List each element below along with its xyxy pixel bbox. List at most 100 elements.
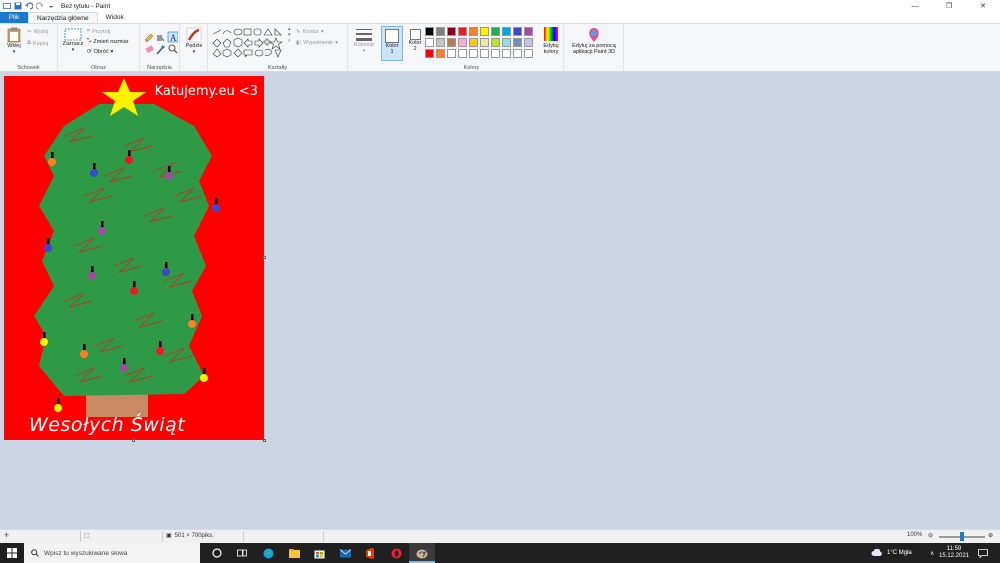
save-icon[interactable] — [14, 2, 22, 10]
edge-browser-icon[interactable] — [262, 547, 274, 559]
pencil-icon[interactable] — [144, 33, 154, 43]
palette-color-swatch[interactable] — [458, 38, 467, 47]
outline-button[interactable]: ✎ Kontur ▾ — [296, 29, 324, 35]
resize-label: Zmień rozmiar — [93, 38, 129, 45]
crop-button[interactable]: ⌗ Przytnij — [87, 28, 110, 35]
palette-color-swatch[interactable] — [425, 38, 434, 47]
palette-color-swatch[interactable] — [436, 49, 445, 58]
opera-browser-icon[interactable] — [390, 547, 402, 559]
resize-handle-bottom[interactable] — [132, 439, 135, 442]
palette-color-swatch[interactable] — [524, 49, 533, 58]
tab-home[interactable]: Narzędzia główne — [28, 12, 98, 23]
palette-color-swatch[interactable] — [524, 38, 533, 47]
palette-color-swatch[interactable] — [469, 49, 478, 58]
mail-icon[interactable] — [339, 547, 351, 559]
paste-button[interactable]: Wklej ▾ — [4, 27, 24, 55]
microsoft-store-icon[interactable] — [313, 547, 325, 559]
notifications-icon[interactable] — [978, 543, 988, 563]
image-group: Zaznacz ▾ ⌗ Przytnij ⤡ Zmień rozmiar ⟳ O… — [58, 24, 140, 72]
task-view-icon[interactable] — [236, 547, 248, 559]
zoom-slider[interactable] — [939, 532, 985, 541]
palette-color-swatch[interactable] — [436, 27, 445, 36]
resize-handle-right[interactable] — [263, 256, 266, 259]
edit-colors-button[interactable]: Edytuj kolory — [538, 27, 564, 55]
fill-button[interactable]: ◧ Wypełnienie ▾ — [296, 40, 338, 46]
palette-color-swatch[interactable] — [458, 27, 467, 36]
select-button[interactable]: Zaznacz ▾ — [61, 28, 85, 53]
size-button[interactable]: Rozmiar ▾ — [351, 28, 377, 54]
resize-handle-corner[interactable] — [263, 439, 266, 442]
palette-color-swatch[interactable] — [502, 27, 511, 36]
palette-color-swatch[interactable] — [447, 49, 456, 58]
palette-color-swatch[interactable] — [469, 27, 478, 36]
palette-color-swatch[interactable] — [458, 49, 467, 58]
color1-button[interactable]: Kolor 1 — [381, 26, 403, 61]
color2-button[interactable]: Kolor 2 — [405, 26, 425, 52]
redo-icon[interactable] — [35, 2, 44, 10]
tray-overflow-chevron-icon[interactable]: ∧ — [930, 543, 934, 563]
zoom-in-button[interactable]: ⊕ — [988, 532, 993, 539]
palette-color-swatch[interactable] — [491, 27, 500, 36]
resize-button[interactable]: ⤡ Zmień rozmiar — [87, 38, 129, 45]
shapes-scroll[interactable]: ▴ ▾ ▿ — [288, 26, 291, 44]
shapes-gallery[interactable] — [212, 28, 292, 58]
palette-color-swatch[interactable] — [513, 27, 522, 36]
palette-color-swatch[interactable] — [480, 27, 489, 36]
file-explorer-icon[interactable] — [288, 547, 300, 559]
fill-bucket-icon[interactable] — [157, 35, 165, 42]
zoom-out-button[interactable]: ⊖ — [928, 532, 933, 539]
tab-view[interactable]: Widok — [98, 12, 132, 23]
palette-color-swatch[interactable] — [513, 38, 522, 47]
copy-button[interactable]: ⧉ Kopiuj — [27, 40, 48, 47]
minimize-button[interactable]: — — [898, 0, 932, 12]
color-picker-icon[interactable] — [156, 45, 165, 55]
weather-widget[interactable]: 1°C Mgła — [871, 543, 912, 563]
outline-dropdown-icon: ▾ — [320, 29, 324, 35]
size-group: Rozmiar ▾ — [348, 24, 380, 72]
palette-color-swatch[interactable] — [436, 38, 445, 47]
maximize-button[interactable]: ❐ — [932, 0, 966, 12]
ornament-bauble — [200, 374, 208, 382]
palette-color-swatch[interactable] — [447, 27, 456, 36]
canvas-greeting-text: Wesołych Świąt — [29, 414, 186, 436]
magnifier-icon[interactable] — [168, 44, 178, 54]
close-button[interactable]: ✕ — [966, 0, 1000, 12]
status-bar: ✛ ⬚ ▣ 501 × 700piks. 100% ⊖ ⊕ — [0, 529, 1000, 543]
zoom-slider-thumb[interactable] — [960, 532, 964, 541]
undo-icon[interactable] — [25, 2, 34, 10]
colors-group-label: Kolory — [463, 65, 480, 71]
palette-color-swatch[interactable] — [524, 27, 533, 36]
office-icon[interactable] — [364, 547, 376, 559]
text-icon[interactable]: A — [167, 31, 178, 43]
taskbar-search-box[interactable]: Wpisz tu wyszukiwane słowa — [24, 543, 200, 563]
palette-color-swatch[interactable] — [491, 49, 500, 58]
drawing-canvas[interactable]: Katujemy.eu <3 Wesołych Świąt — [4, 76, 264, 440]
palette-color-swatch[interactable] — [480, 38, 489, 47]
palette-color-swatch[interactable] — [447, 38, 456, 47]
shapes-group: ▴ ▾ ▿ ✎ Kontur ▾ ◧ Wypełnienie ▾ Kształty — [208, 24, 348, 72]
palette-color-swatch[interactable] — [502, 49, 511, 58]
palette-color-swatch[interactable] — [425, 49, 434, 58]
palette-color-swatch[interactable] — [513, 49, 522, 58]
cut-button[interactable]: ✂ Wytnij — [27, 29, 49, 35]
color1-swatch — [385, 29, 399, 43]
palette-color-swatch[interactable] — [491, 38, 500, 47]
palette-color-swatch[interactable] — [425, 27, 434, 36]
brushes-button[interactable]: Pędzle ▾ — [182, 27, 206, 55]
cortana-icon[interactable] — [211, 547, 223, 559]
clock[interactable]: 11:59 15.12.2021 — [939, 543, 969, 563]
crop-label: Przytnij — [92, 28, 111, 35]
cloud-icon — [871, 549, 882, 556]
start-button[interactable] — [0, 543, 24, 563]
customize-toolbar-icon[interactable] — [47, 2, 55, 10]
palette-color-swatch[interactable] — [469, 38, 478, 47]
rotate-button[interactable]: ⟳ Obróć ▾ — [87, 49, 113, 55]
palette-color-swatch[interactable] — [502, 38, 511, 47]
edit-in-paint3d-button[interactable]: Edytuj za pomocą aplikacji Paint 3D — [566, 27, 622, 55]
ornament-bauble — [125, 156, 133, 164]
outline-label: Kontur — [302, 29, 319, 35]
color1-label: Kolor 1 — [385, 43, 399, 55]
palette-color-swatch[interactable] — [480, 49, 489, 58]
eraser-icon[interactable] — [145, 45, 154, 54]
tab-file[interactable]: Plik — [0, 12, 28, 23]
